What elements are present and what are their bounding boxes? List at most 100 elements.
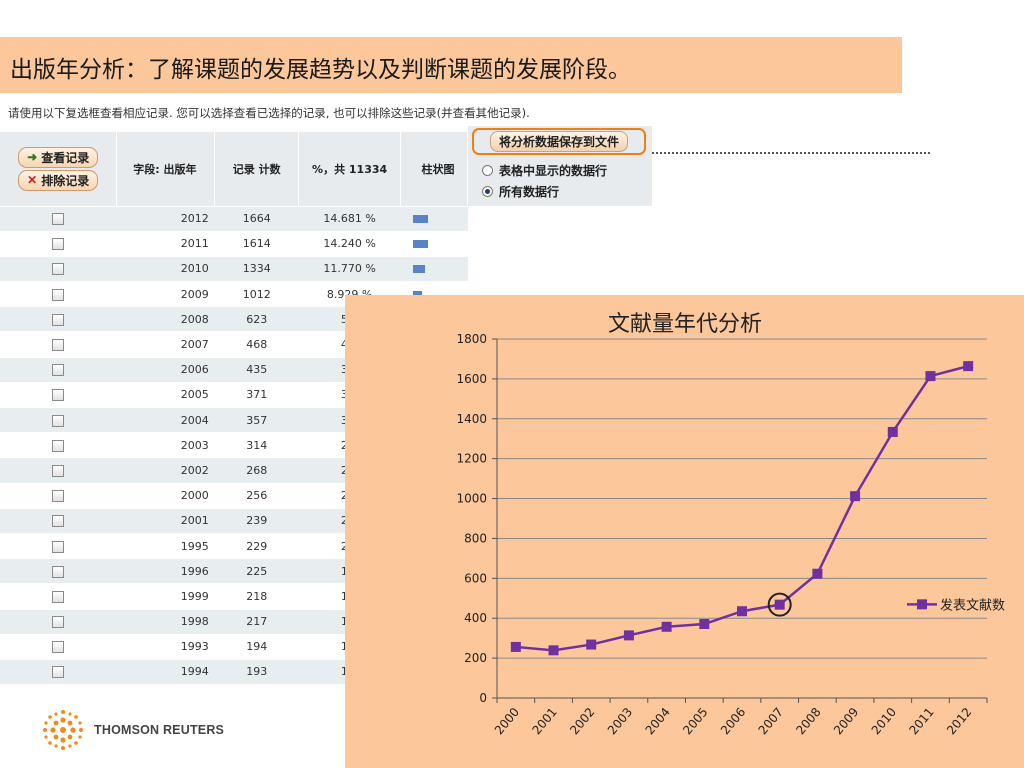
row-checkbox[interactable] bbox=[52, 616, 65, 629]
line-chart: 文献量年代分析 0 200 400 600 800 1000 1200 1400 1600 1800… bbox=[456, 312, 1005, 737]
year-cell: 2001 bbox=[116, 508, 215, 534]
table-header-row: ➜ 查看记录 ✕ 排除记录 字段: 出版年 记录 计数 %，共 11334 柱状… bbox=[0, 132, 468, 206]
year-cell: 1996 bbox=[116, 558, 215, 584]
thomson-reuters-logo: THOMSON REUTERS bbox=[40, 708, 224, 752]
view-records-label: 查看记录 bbox=[41, 150, 90, 165]
row-checkbox[interactable] bbox=[52, 389, 65, 402]
year-cell: 1999 bbox=[116, 583, 215, 609]
checkbox-cell bbox=[0, 457, 117, 484]
row-checkbox[interactable] bbox=[52, 490, 65, 503]
count-cell: 268 bbox=[214, 457, 299, 484]
year-cell: 1994 bbox=[116, 659, 215, 685]
table-row: 2010 1334 11.770 % bbox=[0, 256, 468, 282]
row-checkbox[interactable] bbox=[52, 540, 65, 553]
table-bar bbox=[412, 240, 428, 249]
y-tick-label: 1200 bbox=[456, 452, 487, 466]
x-tick-label: 2006 bbox=[718, 705, 748, 737]
count-cell: 435 bbox=[214, 357, 299, 383]
data-point bbox=[850, 491, 861, 502]
row-checkbox[interactable] bbox=[52, 313, 65, 326]
close-icon: ✕ bbox=[27, 173, 38, 188]
year-cell: 2007 bbox=[116, 331, 215, 358]
checkbox-cell bbox=[0, 533, 117, 559]
year-cell: 1993 bbox=[116, 634, 215, 660]
year-cell: 2003 bbox=[116, 432, 215, 458]
count-cell: 229 bbox=[214, 533, 299, 559]
checkbox-cell bbox=[0, 483, 117, 509]
percent-cell: 14.681 % bbox=[298, 206, 401, 232]
checkbox-cell bbox=[0, 331, 117, 358]
checkbox-cell bbox=[0, 634, 117, 660]
bar-cell bbox=[400, 231, 468, 257]
data-point bbox=[925, 371, 936, 382]
row-checkbox[interactable] bbox=[52, 641, 65, 654]
radio-all-rows[interactable] bbox=[482, 186, 493, 197]
view-records-button[interactable]: ➜ 查看记录 bbox=[18, 146, 99, 168]
arrow-right-icon: ➜ bbox=[27, 150, 38, 165]
row-checkbox[interactable] bbox=[52, 263, 65, 276]
y-tick-label: 600 bbox=[464, 571, 487, 585]
row-checkbox[interactable] bbox=[52, 464, 65, 477]
row-checkbox[interactable] bbox=[52, 666, 65, 679]
checkbox-cell bbox=[0, 659, 117, 685]
count-cell: 225 bbox=[214, 558, 299, 584]
row-checkbox[interactable] bbox=[52, 565, 65, 578]
y-tick-label: 0 bbox=[479, 691, 487, 705]
year-cell: 2008 bbox=[116, 306, 215, 332]
exclude-records-button[interactable]: ✕ 排除记录 bbox=[18, 169, 99, 191]
bar-cell bbox=[400, 256, 468, 282]
bar-cell bbox=[400, 206, 468, 232]
action-header: ➜ 查看记录 ✕ 排除记录 bbox=[0, 132, 118, 206]
percent-cell: 11.770 % bbox=[298, 256, 401, 282]
option-all-rows[interactable]: 所有数据行 bbox=[482, 183, 559, 200]
row-checkbox[interactable] bbox=[52, 339, 65, 352]
row-checkbox[interactable] bbox=[52, 238, 65, 251]
table-bar bbox=[412, 265, 425, 274]
x-tick-label: 2010 bbox=[869, 705, 899, 737]
year-cell: 2012 bbox=[116, 206, 215, 232]
x-tick-label: 2004 bbox=[643, 705, 673, 737]
row-checkbox[interactable] bbox=[52, 439, 65, 452]
row-checkbox[interactable] bbox=[52, 364, 65, 377]
column-header-field: 字段: 出版年 bbox=[116, 132, 216, 206]
y-tick-label: 200 bbox=[464, 651, 487, 665]
radio-table-rows[interactable] bbox=[482, 165, 493, 176]
count-cell: 357 bbox=[214, 407, 299, 433]
year-cell: 1998 bbox=[116, 609, 215, 635]
x-tick-label: 2008 bbox=[793, 705, 823, 737]
row-checkbox[interactable] bbox=[52, 590, 65, 603]
count-cell: 1012 bbox=[214, 281, 299, 307]
data-point bbox=[623, 630, 634, 641]
checkbox-cell bbox=[0, 306, 117, 332]
year-cell: 2009 bbox=[116, 281, 215, 307]
count-cell: 623 bbox=[214, 306, 299, 332]
row-checkbox[interactable] bbox=[52, 414, 65, 427]
x-tick-label: 2012 bbox=[944, 705, 974, 737]
row-checkbox[interactable] bbox=[52, 515, 65, 528]
option-table-rows-label: 表格中显示的数据行 bbox=[499, 164, 608, 178]
y-tick-label: 800 bbox=[464, 531, 487, 545]
chart-panel: 文献量年代分析 0 200 400 600 800 1000 1200 1400 1600 1800… bbox=[345, 295, 1024, 768]
checkbox-cell bbox=[0, 508, 117, 534]
count-cell: 256 bbox=[214, 483, 299, 509]
row-checkbox[interactable] bbox=[52, 213, 65, 226]
year-cell: 2006 bbox=[116, 357, 215, 383]
y-tick-label: 1800 bbox=[456, 332, 487, 346]
x-tick-label: 2005 bbox=[680, 705, 710, 737]
checkbox-cell bbox=[0, 357, 117, 383]
y-tick-label: 1400 bbox=[456, 412, 487, 426]
count-cell: 314 bbox=[214, 432, 299, 458]
data-point bbox=[586, 639, 597, 650]
row-checkbox[interactable] bbox=[52, 288, 65, 301]
data-point bbox=[510, 641, 521, 652]
count-cell: 193 bbox=[214, 659, 299, 685]
option-table-rows[interactable]: 表格中显示的数据行 bbox=[482, 162, 607, 179]
x-tick-label: 2001 bbox=[529, 705, 559, 737]
data-point bbox=[548, 645, 559, 656]
count-cell: 218 bbox=[214, 583, 299, 609]
checkbox-cell bbox=[0, 432, 117, 458]
table-bar bbox=[412, 215, 428, 224]
save-to-file-button[interactable]: 将分析数据保存到文件 bbox=[489, 131, 628, 152]
x-tick-label: 2002 bbox=[567, 705, 597, 737]
data-point bbox=[887, 426, 898, 437]
